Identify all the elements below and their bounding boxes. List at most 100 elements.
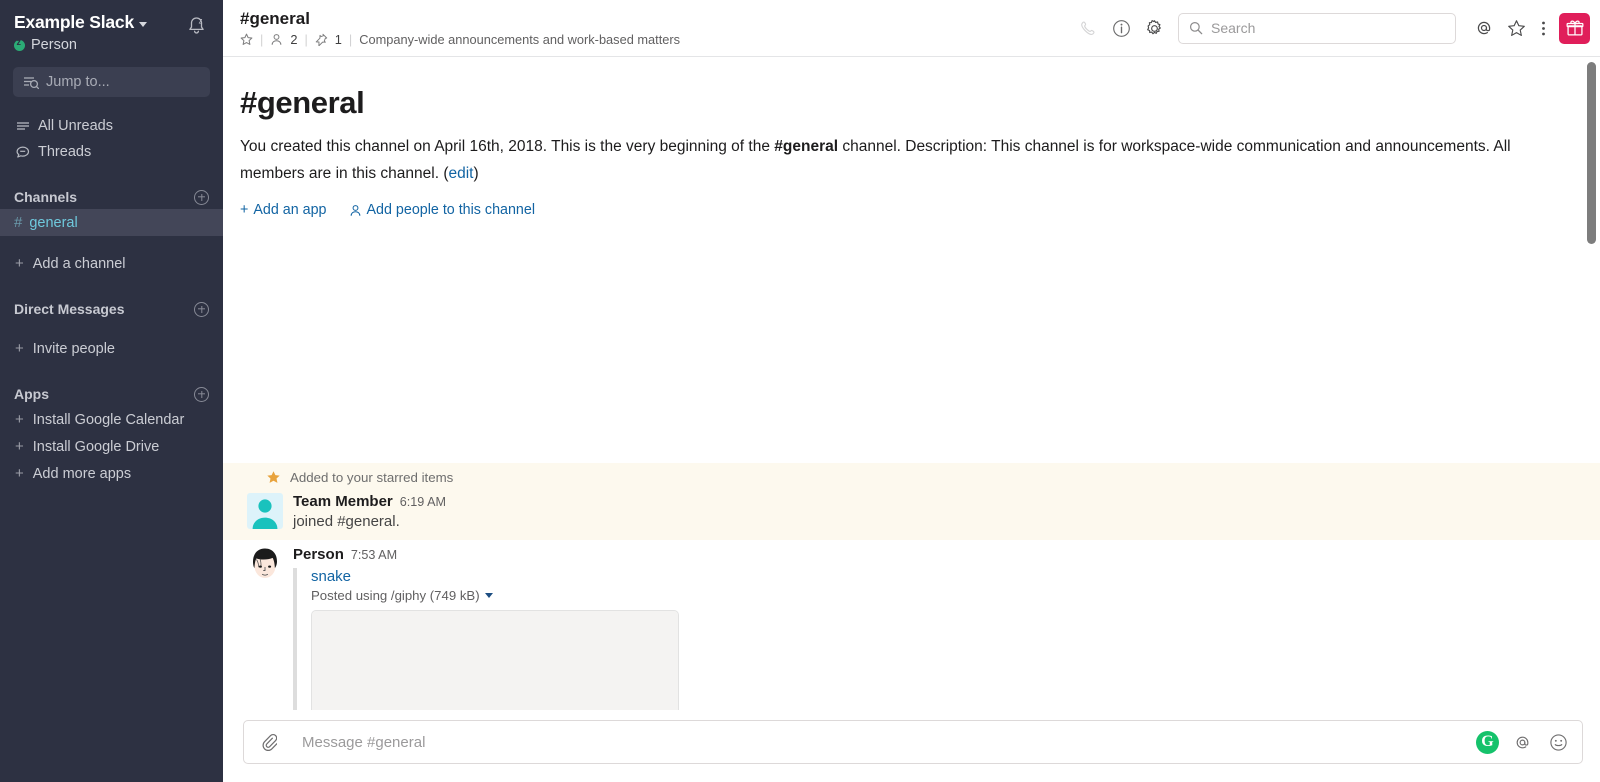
divider: | [348,32,353,48]
invite-people-button[interactable]: + Invite people [0,335,223,362]
message-content: Team Member 6:19 AM joined #general. [293,493,1583,532]
pin-icon[interactable] [315,33,328,47]
sidebar-item-all-unreads[interactable]: All Unreads [0,113,223,139]
grammarly-icon: G [1481,733,1494,750]
mentions-button[interactable] [1467,12,1500,45]
at-mention-icon [1516,736,1528,748]
info-circle-icon [1113,19,1130,37]
workspace-title-row[interactable]: Example Slack [14,12,183,33]
avatar[interactable] [247,546,283,582]
plus-icon: + [15,255,24,272]
sidebar-item-threads[interactable]: Threads [0,139,223,165]
snake-image-preview [312,611,678,710]
app-label: Install Google Drive [32,438,160,455]
channel-header-info: #general | 2 | 1 | Company-wide announce… [240,9,1072,48]
chevron-down-icon[interactable] [138,21,147,27]
sidebar-item-label: All Unreads [38,118,113,134]
person-icon [350,204,360,216]
channel-name-label: general [29,214,78,231]
intro-text-part-3: ) [473,165,479,182]
slack-window: Example Slack Person z [0,0,1600,782]
attachment-title-link[interactable]: snake [311,568,1583,585]
workspace-info[interactable]: Example Slack Person [14,12,183,53]
default-person-avatar [247,493,283,529]
message-row-team-member[interactable]: Team Member 6:19 AM joined #general. [223,487,1600,540]
composer-mention-button[interactable] [1509,729,1535,755]
plus-icon: + [240,202,249,218]
divider: | [304,32,308,48]
add-an-app-link[interactable]: + Add an app [240,202,327,218]
current-user-name: Person [31,37,77,53]
attachment-subtitle: Posted using /giphy (749 kB) [311,588,1583,603]
gift-icon [1566,20,1583,36]
members-count[interactable]: 2 [290,32,297,47]
avatar[interactable] [247,493,283,529]
message-row-person[interactable]: Person 7:53 AM snake Posted using /giphy… [223,540,1600,710]
starred-items-note-label: Added to your starred items [290,470,454,485]
dm-section-title: Direct Messages [14,301,125,317]
app-label: Install Google Calendar [32,411,185,428]
bell-snooze-icon: z [188,17,204,34]
star-outline-icon[interactable] [240,33,253,46]
plus-icon: + [15,340,24,357]
channels-section-title: Channels [14,189,78,205]
channel-meta: | 2 | 1 | Company-wide announcements and… [240,32,1072,47]
emoji-smiley-icon [1549,733,1567,751]
message-text: joined #general. [293,513,400,530]
at-mention-icon [1477,21,1490,35]
sidebar-app-install-google-drive[interactable]: + Install Google Drive [0,433,223,460]
cartoon-face-avatar [247,546,283,582]
sidebar: Example Slack Person z [0,0,223,782]
message-timestamp[interactable]: 6:19 AM [400,495,446,509]
jump-to-button[interactable]: Jump to... [13,67,210,97]
channels-section-header: Channels [0,185,223,209]
starred-items-button[interactable] [1500,12,1533,45]
sidebar-app-install-google-calendar[interactable]: + Install Google Calendar [0,406,223,433]
composer-area: Message #general G [223,710,1600,782]
channel-topic[interactable]: Company-wide announcements and work-base… [359,32,680,47]
channel-title[interactable]: #general [240,9,1072,29]
phone-icon [1081,21,1095,35]
gift-button[interactable] [1559,12,1590,44]
message-author[interactable]: Person [293,546,344,563]
current-user[interactable]: Person [14,37,183,53]
attach-file-button[interactable] [256,729,282,755]
message-scrollbar[interactable] [1587,62,1596,244]
search-input[interactable]: Search [1211,20,1255,36]
add-people-link[interactable]: Add people to this channel [349,202,535,218]
message-attachment: snake Posted using /giphy (749 kB) [293,568,1583,710]
workspace-name: Example Slack [14,12,134,32]
composer-emoji-button[interactable] [1545,729,1571,755]
settings-button[interactable] [1138,12,1171,45]
notifications-bell-button[interactable]: z [183,12,209,36]
search-box[interactable]: Search [1178,12,1456,44]
unreads-icon [17,122,29,130]
caret-down-icon[interactable] [484,593,493,598]
attachment-image-preview[interactable] [311,610,679,710]
message-timestamp[interactable]: 7:53 AM [351,548,397,562]
more-options-button[interactable] [1533,12,1553,45]
add-channel-label: Add a channel [32,255,126,272]
message-composer[interactable]: Message #general G [243,720,1583,764]
add-a-channel-button[interactable]: + Add a channel [0,250,223,277]
channel-info-button[interactable] [1105,12,1138,45]
apps-section-title: Apps [14,386,49,402]
sidebar-channel-general[interactable]: # general [0,209,223,236]
message-author[interactable]: Team Member [293,493,393,510]
starred-items-note: Added to your starred items [223,463,1600,487]
edit-description-link[interactable]: edit [448,165,473,182]
workspace-header[interactable]: Example Slack Person z [0,6,223,53]
presence-snooze-icon [14,37,25,51]
call-button[interactable] [1072,12,1105,45]
grammarly-button[interactable]: G [1476,730,1499,754]
add-channel-icon[interactable] [194,189,209,205]
add-dm-icon[interactable] [194,301,209,317]
jump-to-icon [24,76,39,89]
add-app-icon[interactable] [194,386,209,402]
message-input[interactable]: Message #general [292,734,1466,751]
person-icon[interactable] [270,33,283,46]
divider: | [260,32,264,48]
pins-count[interactable]: 1 [335,32,342,47]
sidebar-app-add-more-apps[interactable]: + Add more apps [0,460,223,487]
